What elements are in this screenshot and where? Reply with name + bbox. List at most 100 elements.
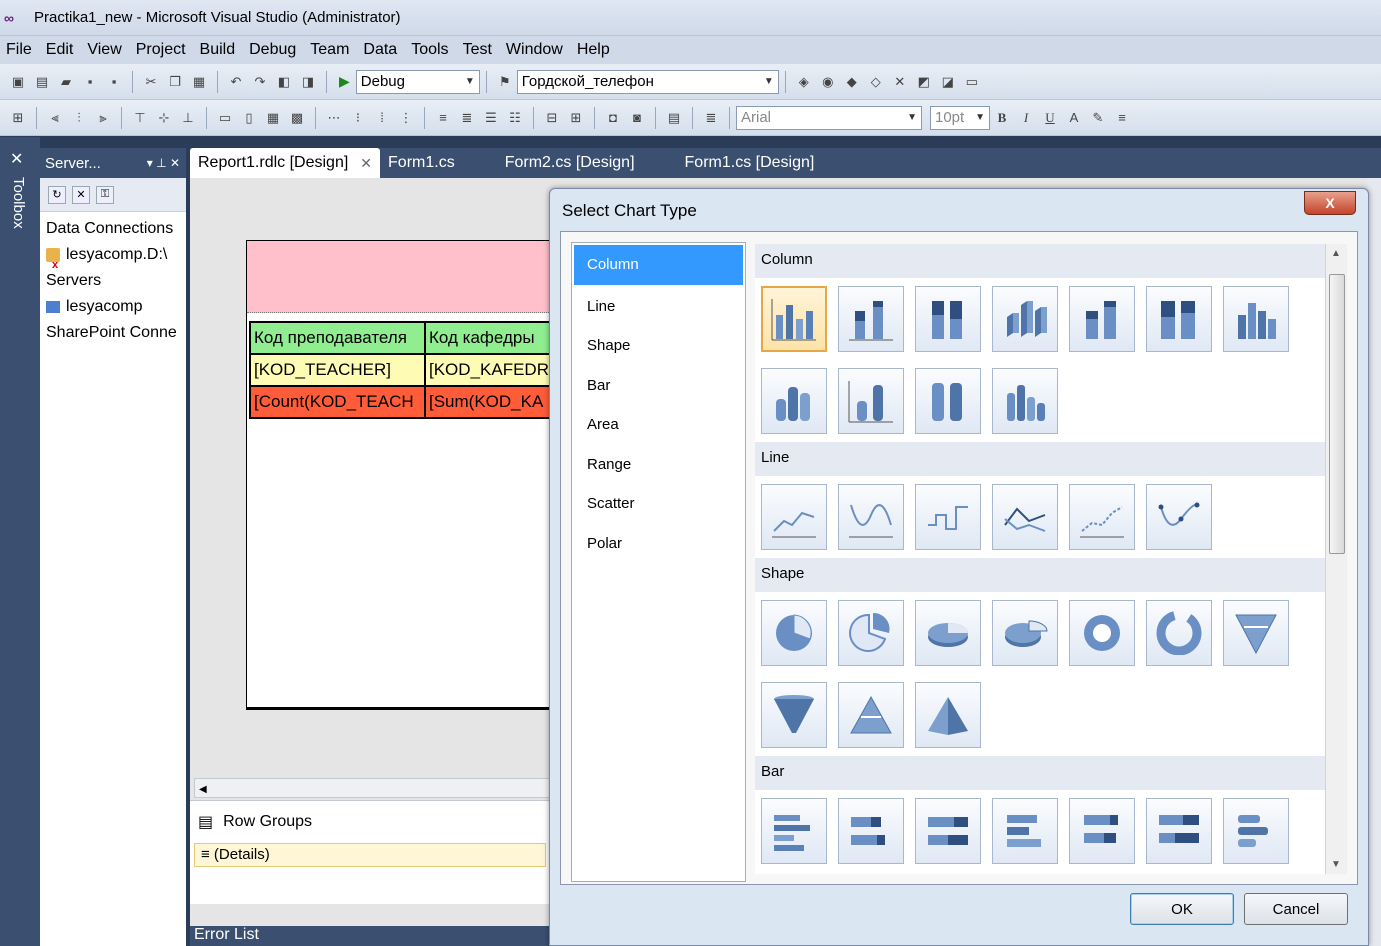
extension-manager-icon[interactable]: ◩ <box>915 73 933 91</box>
bring-to-front-icon[interactable]: ◘ <box>604 109 622 127</box>
align-tops-icon[interactable]: ⊤ <box>131 109 149 127</box>
center-horizontally-icon[interactable]: ⊟ <box>543 109 561 127</box>
stacked-bar-icon[interactable] <box>838 798 904 864</box>
tree-node-sharepoint[interactable]: SharePoint Conne <box>46 320 180 346</box>
table-cell[interactable]: [Count(KOD_TEACH <box>249 385 426 419</box>
3d-stacked-column-icon[interactable] <box>1069 286 1135 352</box>
doughnut-icon[interactable] <box>1069 600 1135 666</box>
align-rights-icon[interactable]: ⫸ <box>94 109 112 127</box>
paste-icon[interactable]: ▦ <box>190 73 208 91</box>
3d-pyramid-icon[interactable] <box>915 682 981 748</box>
open-file-icon[interactable]: ▰ <box>57 73 75 91</box>
table-cell[interactable]: Код кафедры <box>424 321 554 355</box>
line-dotted-icon[interactable] <box>1069 484 1135 550</box>
horizontal-scrollbar[interactable]: ◀ <box>194 778 554 798</box>
bold-icon[interactable]: B <box>993 109 1011 127</box>
toolbox-icon[interactable]: ◇ <box>867 73 885 91</box>
gallery-vertical-scrollbar[interactable]: ▲ ▼ <box>1325 244 1347 874</box>
cancel-button[interactable]: Cancel <box>1244 893 1348 925</box>
align-centers-icon[interactable]: ⫶ <box>70 109 88 127</box>
error-list-tab[interactable]: Error List <box>190 926 550 946</box>
menu-test[interactable]: Test <box>463 41 492 59</box>
cylinder-column-icon[interactable] <box>761 368 827 434</box>
cut-icon[interactable]: ✂ <box>142 73 160 91</box>
3d-pie-icon[interactable] <box>915 600 981 666</box>
close-button[interactable]: X <box>1304 191 1356 215</box>
find-combo[interactable]: Гордской_телефон ▼ <box>516 69 779 94</box>
table-cell[interactable]: [Sum(KOD_KA <box>424 385 554 419</box>
100-stacked-column-icon[interactable] <box>915 286 981 352</box>
smooth-line-icon[interactable] <box>838 484 904 550</box>
make-same-size-icon[interactable]: ▦ <box>264 109 282 127</box>
connect-to-database-icon[interactable]: ⚿ <box>96 185 114 204</box>
pie-chart-icon[interactable] <box>761 600 827 666</box>
redo-icon[interactable]: ↷ <box>251 73 269 91</box>
3d-stacked-bar-icon[interactable] <box>1069 798 1135 864</box>
line-with-markers-icon[interactable] <box>992 484 1058 550</box>
menu-edit[interactable]: Edit <box>46 41 74 59</box>
tab-form2-design[interactable]: Form2.cs [Design] <box>497 148 677 178</box>
exploded-pie-icon[interactable] <box>838 600 904 666</box>
line-chart-icon[interactable] <box>761 484 827 550</box>
navigate-forward-icon[interactable]: ◨ <box>299 73 317 91</box>
increase-v-spacing-icon[interactable]: ≣ <box>458 109 476 127</box>
font-size-dropdown[interactable]: 10pt ▼ <box>930 105 990 130</box>
pyramid-icon[interactable] <box>838 682 904 748</box>
underline-icon[interactable]: U <box>1041 109 1059 127</box>
size-to-grid-icon[interactable]: ▩ <box>288 109 306 127</box>
column-chart-icon[interactable] <box>761 286 827 352</box>
new-project-icon[interactable]: ▣ <box>9 73 27 91</box>
start-page-icon[interactable]: ◪ <box>939 73 957 91</box>
make-same-width-icon[interactable]: ▭ <box>216 109 234 127</box>
cylinder-bar-icon[interactable] <box>1223 798 1289 864</box>
refresh-icon[interactable]: ↻ <box>48 185 66 204</box>
properties-icon[interactable]: ◉ <box>819 73 837 91</box>
toolbox-tools-icon[interactable]: ✕ <box>10 149 23 169</box>
solution-configuration-dropdown[interactable]: Debug ▼ <box>355 69 480 94</box>
start-debugging-icon[interactable]: ▶ <box>339 73 350 90</box>
category-polar[interactable]: Polar <box>572 524 745 564</box>
category-column[interactable]: Column <box>574 245 743 285</box>
menu-tools[interactable]: Tools <box>411 41 448 59</box>
3d-bar-icon[interactable] <box>992 798 1058 864</box>
3d-cylinder-icon[interactable] <box>992 368 1058 434</box>
background-color-icon[interactable]: ✎ <box>1089 109 1107 127</box>
save-all-icon[interactable]: ▪ <box>105 73 123 91</box>
3d-100-stacked-column-icon[interactable] <box>1146 286 1212 352</box>
stacked-column-icon[interactable] <box>838 286 904 352</box>
table-cell[interactable]: Код преподавателя <box>249 321 426 355</box>
stop-refresh-icon[interactable]: ✕ <box>72 185 90 204</box>
center-vertically-icon[interactable]: ⊞ <box>567 109 585 127</box>
category-range[interactable]: Range <box>572 445 745 485</box>
remove-v-spacing-icon[interactable]: ☷ <box>506 109 524 127</box>
align-bottoms-icon[interactable]: ⊥ <box>179 109 197 127</box>
align-left-icon[interactable]: ≡ <box>1113 109 1131 127</box>
menu-help[interactable]: Help <box>577 41 610 59</box>
3d-funnel-icon[interactable] <box>761 682 827 748</box>
100-stacked-cylinder-icon[interactable] <box>915 368 981 434</box>
scroll-up-arrow-icon[interactable]: ▲ <box>1331 248 1341 259</box>
scrollbar-thumb[interactable] <box>1329 274 1345 554</box>
make-same-height-icon[interactable]: ▯ <box>240 109 258 127</box>
object-browser-icon[interactable]: ◆ <box>843 73 861 91</box>
menu-data[interactable]: Data <box>363 41 397 59</box>
tree-node-servers[interactable]: Servers <box>46 268 180 294</box>
chevron-left-icon[interactable]: ◀ <box>195 784 207 795</box>
command-window-icon[interactable]: ▭ <box>963 73 981 91</box>
copy-icon[interactable]: ❐ <box>166 73 184 91</box>
ok-button[interactable]: OK <box>1130 893 1234 925</box>
add-item-icon[interactable]: ▤ <box>33 73 51 91</box>
100-stacked-bar-icon[interactable] <box>915 798 981 864</box>
category-scatter[interactable]: Scatter <box>572 484 745 524</box>
category-bar[interactable]: Bar <box>572 366 745 406</box>
panel-options-icon[interactable]: ▾ ⊥ ✕ <box>147 156 180 170</box>
toolbox-tab[interactable]: Toolbox <box>10 177 27 229</box>
remove-h-spacing-icon[interactable]: ⋮ <box>397 109 415 127</box>
solution-explorer-icon[interactable]: ◈ <box>795 73 813 91</box>
tab-report-design[interactable]: Report1.rdlc [Design] ✕ <box>190 148 381 178</box>
table-cell[interactable]: [KOD_TEACHER] <box>249 353 426 387</box>
3d-100-stacked-bar-icon[interactable] <box>1146 798 1212 864</box>
menu-window[interactable]: Window <box>506 41 563 59</box>
stepped-line-icon[interactable] <box>915 484 981 550</box>
table-cell[interactable]: [KOD_KAFEDR <box>424 353 554 387</box>
